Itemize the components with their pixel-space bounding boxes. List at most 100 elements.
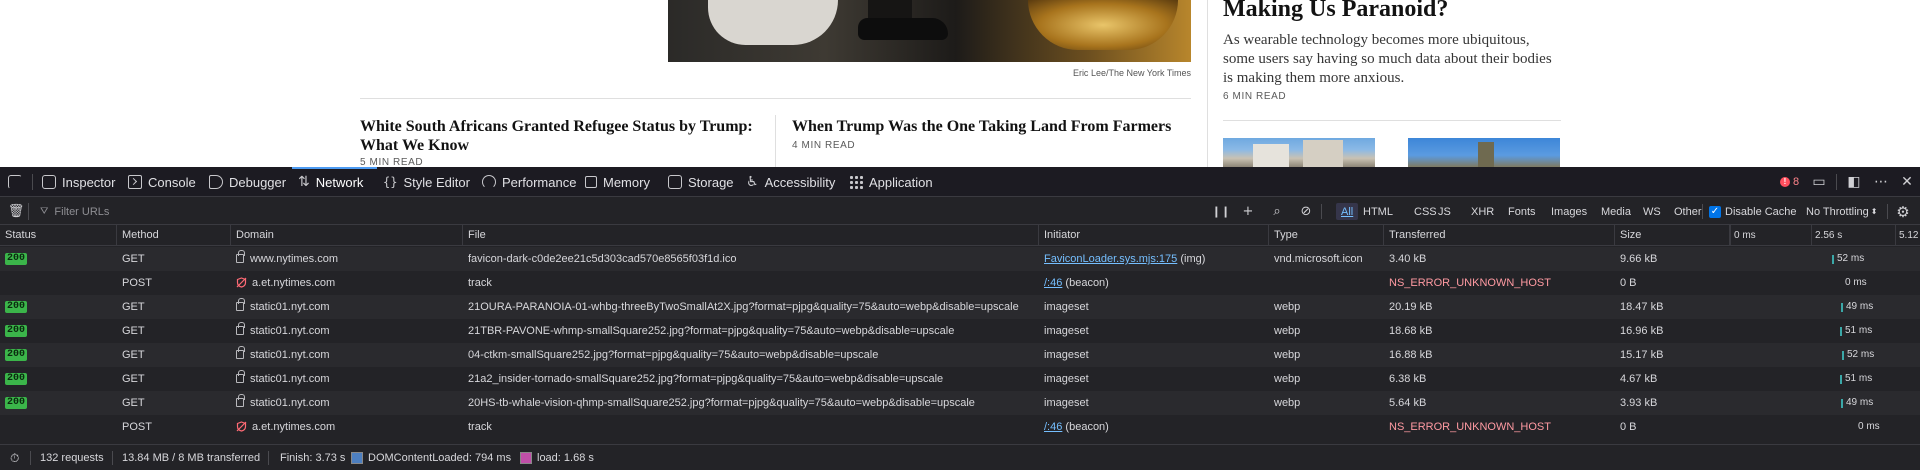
- domcontentloaded-swatch: [351, 452, 363, 464]
- style-editor-icon: {}: [383, 175, 398, 189]
- column-header-domain[interactable]: Domain: [231, 225, 463, 246]
- load-time: load: 1.68 s: [520, 445, 594, 470]
- load-swatch: [520, 452, 532, 464]
- pause-icon: ❙❙: [1211, 205, 1231, 218]
- tab-inspector[interactable]: Inspector: [42, 167, 115, 197]
- type-cell: webp: [1274, 373, 1301, 385]
- filter-urls-input[interactable]: ⛛ Filter URLs: [40, 202, 1190, 221]
- error-count-badge[interactable]: ! 8: [1780, 167, 1799, 197]
- updown-icon: ⬍: [1870, 207, 1878, 216]
- initiator-link[interactable]: FaviconLoader.sys.mjs:175: [1044, 253, 1177, 265]
- story-thumbnail[interactable]: [1408, 138, 1560, 167]
- request-row[interactable]: 200 GET www.nytimes.com favicon-dark-c0de2e…: [0, 247, 1920, 271]
- type-cell: [1269, 271, 1384, 295]
- waterfall-duration: 49 ms: [1846, 301, 1874, 312]
- filter-other[interactable]: Other: [1669, 203, 1707, 220]
- search-icon: ⌕: [1273, 204, 1281, 219]
- dock-options-button[interactable]: ◧: [1843, 167, 1865, 197]
- request-row[interactable]: 200 GET static01.nyt.com 20HS-tb-whale-visi…: [0, 391, 1920, 415]
- initiator-type: imageset: [1044, 325, 1089, 337]
- filter-all[interactable]: All: [1336, 203, 1359, 220]
- story-thumbnail[interactable]: [1223, 138, 1375, 167]
- throttling-select[interactable]: No Throttling ⬍: [1806, 198, 1877, 225]
- initiator-link[interactable]: /:46: [1044, 421, 1062, 433]
- transferred-cell: NS_ERROR_UNKNOWN_HOST: [1389, 421, 1551, 433]
- story-link-trump-land[interactable]: When Trump Was the One Taking Land From …: [792, 117, 1192, 136]
- pause-button[interactable]: ❙❙: [1211, 198, 1231, 225]
- filter-images[interactable]: Images: [1546, 203, 1592, 220]
- lock-icon: [236, 297, 245, 311]
- network-settings-button[interactable]: ⚙: [1893, 198, 1913, 225]
- network-filter-bar: 🗑 ⛛ Filter URLs ❙❙ + ⌕ ⊘ All HTML CSS JS…: [0, 198, 1920, 225]
- tab-storage[interactable]: Storage: [668, 167, 734, 197]
- request-row[interactable]: 200 GET static01.nyt.com 21OURA-PARANOIA-01…: [0, 295, 1920, 319]
- hero-image[interactable]: [668, 0, 1191, 62]
- block-requests-button[interactable]: ⊘: [1296, 198, 1316, 225]
- column-header-method[interactable]: Method: [117, 225, 231, 246]
- tab-network[interactable]: ⇅ Network: [298, 167, 363, 197]
- column-header-size[interactable]: Size: [1615, 225, 1730, 246]
- waterfall-duration: 0 ms: [1845, 277, 1867, 288]
- domain-cell: www.nytimes.com: [231, 247, 463, 271]
- request-row[interactable]: POST a.et.nytimes.com track /:46 (beacon) NS…: [0, 271, 1920, 295]
- column-header-initiator[interactable]: Initiator: [1039, 225, 1269, 246]
- filter-fonts[interactable]: Fonts: [1503, 203, 1541, 220]
- tab-accessibility[interactable]: ♿ Accessibility: [746, 167, 835, 197]
- column-header-transferred[interactable]: Transferred: [1384, 225, 1615, 246]
- devtools-panel: Inspector Console Debugger ⇅ Network {} …: [0, 167, 1920, 470]
- story-link-paranoid[interactable]: Making Us Paranoid?: [1223, 0, 1448, 23]
- requests-table-body: 200 GET www.nytimes.com favicon-dark-c0de2e…: [0, 247, 1920, 439]
- filter-xhr[interactable]: XHR: [1466, 203, 1499, 220]
- tab-performance[interactable]: Performance: [482, 167, 576, 197]
- tab-label: Application: [869, 174, 933, 190]
- filter-js[interactable]: JS: [1433, 203, 1456, 220]
- file-cell: track: [468, 421, 492, 433]
- column-header-type[interactable]: Type: [1269, 225, 1384, 246]
- tab-application[interactable]: Application: [849, 167, 933, 197]
- console-icon: [128, 175, 142, 189]
- domain-text: static01.nyt.com: [250, 397, 330, 409]
- domain-text: static01.nyt.com: [250, 325, 330, 337]
- request-row[interactable]: POST a.et.nytimes.com track /:46 (beacon) NS…: [0, 415, 1920, 439]
- status-cell: 200: [0, 319, 117, 343]
- request-row[interactable]: 200 GET static01.nyt.com 21TBR-PAVONE-whmp-…: [0, 319, 1920, 343]
- column-header-status[interactable]: Status: [0, 225, 117, 246]
- domain-text: a.et.nytimes.com: [252, 277, 336, 289]
- element-picker-button[interactable]: [8, 167, 22, 197]
- error-icon: !: [1780, 177, 1790, 187]
- file-cell: 21a2_insider-tornado-smallSquare252.jpg?…: [468, 373, 944, 385]
- size-cell: 0 B: [1620, 421, 1637, 433]
- tab-style-editor[interactable]: {} Style Editor: [383, 167, 470, 197]
- add-request-button[interactable]: +: [1238, 198, 1258, 225]
- domcontentloaded-time: DOMContentLoaded: 794 ms: [351, 445, 511, 470]
- tab-label: Memory: [603, 174, 650, 190]
- disable-cache-checkbox[interactable]: ✓ Disable Cache: [1709, 198, 1797, 225]
- waterfall-bar: [1840, 375, 1842, 384]
- tab-debugger[interactable]: Debugger: [209, 167, 286, 197]
- lock-icon: [236, 345, 245, 359]
- trash-icon: 🗑: [7, 204, 25, 219]
- file-cell: 04-ctkm-smallSquare252.jpg?format=pjpg&q…: [468, 349, 879, 361]
- clear-requests-button[interactable]: 🗑: [6, 198, 26, 225]
- close-devtools-button[interactable]: ✕: [1896, 167, 1918, 197]
- filter-ws[interactable]: WS: [1638, 203, 1666, 220]
- search-button[interactable]: ⌕: [1267, 198, 1287, 225]
- reload-button[interactable]: ⏱: [10, 445, 19, 470]
- filter-media[interactable]: Media: [1596, 203, 1636, 220]
- waterfall-bar: [1842, 351, 1844, 360]
- request-row[interactable]: 200 GET static01.nyt.com 04-ctkm-smallSquar…: [0, 343, 1920, 367]
- story-summary: As wearable technology becomes more ubiq…: [1223, 32, 1552, 86]
- file-cell: 21OURA-PARANOIA-01-whbg-threeByTwoSmallA…: [468, 301, 1019, 313]
- tab-console[interactable]: Console: [128, 167, 196, 197]
- initiator-link[interactable]: /:46: [1044, 277, 1062, 289]
- more-options-button[interactable]: ⋯: [1870, 167, 1892, 197]
- split-console-button[interactable]: ▭: [1808, 167, 1830, 197]
- file-cell: 21TBR-PAVONE-whmp-smallSquare252.jpg?for…: [468, 325, 955, 337]
- story-link-refugee-status[interactable]: White South Africans Granted Refugee Sta…: [360, 117, 760, 155]
- size-cell: 0 B: [1620, 277, 1637, 289]
- file-cell: track: [468, 277, 492, 289]
- request-row[interactable]: 200 GET static01.nyt.com 21a2_insider-torna…: [0, 367, 1920, 391]
- filter-html[interactable]: HTML: [1358, 203, 1398, 220]
- column-header-file[interactable]: File: [463, 225, 1039, 246]
- tab-memory[interactable]: Memory: [585, 167, 650, 197]
